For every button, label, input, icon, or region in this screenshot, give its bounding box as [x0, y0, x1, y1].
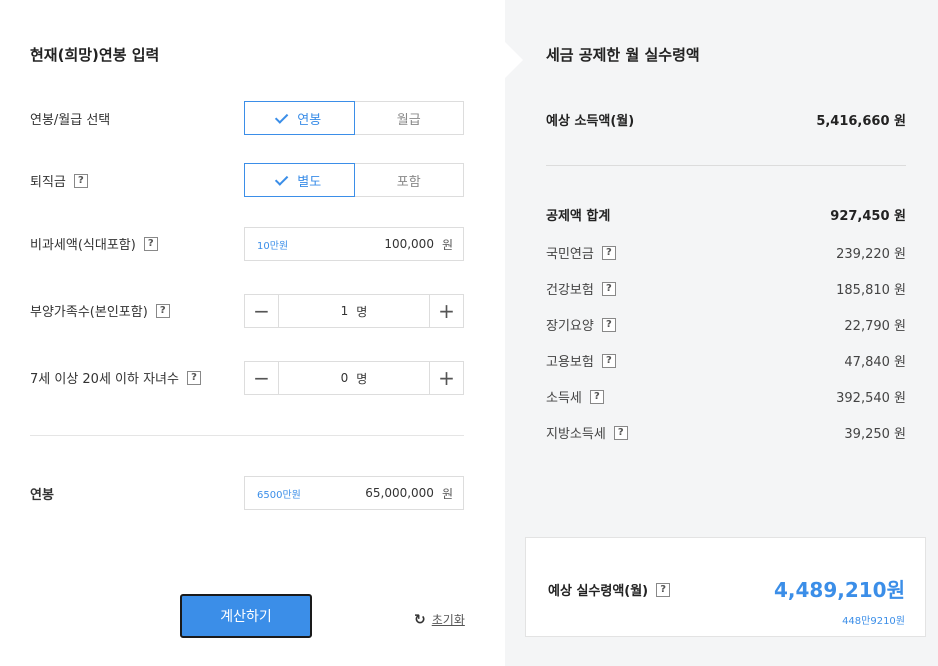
divider: [30, 435, 464, 436]
deduction-item-row: 국민연금? 239,220 원: [546, 243, 906, 262]
calculate-button[interactable]: 계산하기: [180, 594, 312, 638]
dependents-minus-button[interactable]: −: [245, 295, 279, 327]
salary-type-annual-label: 연봉: [297, 112, 322, 128]
severance-label-text: 퇴직금: [30, 175, 66, 190]
help-icon[interactable]: ?: [601, 317, 616, 332]
panel-pointer: [505, 42, 523, 78]
help-icon[interactable]: ?: [656, 582, 671, 597]
deduction-item-row: 지방소득세? 39,250 원: [546, 423, 906, 442]
refresh-icon: ↻: [414, 611, 426, 628]
expected-income-label: 예상 소득액(월): [546, 114, 635, 129]
input-panel-title: 현재(희망)연봉 입력: [30, 46, 160, 64]
deduction-item-label: 고용보험: [546, 355, 594, 370]
annual-salary-label-text: 연봉: [30, 488, 54, 503]
severance-toggle: 별도 포함: [244, 163, 464, 197]
severance-separate-label: 별도: [297, 174, 322, 190]
net-pay-label: 예상 실수령액(월) ?: [548, 580, 671, 599]
deduction-item-label: 지방소득세: [546, 427, 606, 442]
deduction-item-label: 건강보험: [546, 283, 594, 298]
deduction-total-label: 공제액 합계: [546, 209, 611, 224]
children-label: 7세 이상 20세 이하 자녀수 ?: [30, 368, 201, 387]
deduction-item-row: 장기요양? 22,790 원: [546, 315, 906, 334]
dependents-plus-button[interactable]: +: [429, 295, 463, 327]
help-icon[interactable]: ?: [186, 370, 201, 385]
nontaxable-value: 100,000: [384, 237, 434, 251]
deduction-item-label: 장기요양: [546, 319, 594, 334]
help-icon[interactable]: ?: [601, 245, 616, 260]
expected-income-row: 예상 소득액(월) 5,416,660 원: [546, 110, 906, 129]
help-icon[interactable]: ?: [155, 303, 170, 318]
nontaxable-label: 비과세액(식대포함) ?: [30, 234, 158, 253]
deduction-item-value: 239,220 원: [836, 247, 906, 262]
dependents-value: 1: [340, 304, 349, 318]
deduction-item-value: 392,540 원: [836, 391, 906, 406]
annual-salary-hint: 6500만원: [257, 489, 301, 501]
deduction-item-label: 국민연금: [546, 247, 594, 262]
nontaxable-hint: 10만원: [257, 240, 289, 252]
net-pay-label-text: 예상 실수령액(월): [548, 584, 649, 599]
dependents-display: 1 명: [279, 295, 429, 327]
severance-included-label: 포함: [396, 174, 421, 190]
salary-type-label: 연봉/월급 선택: [30, 109, 110, 128]
children-plus-button[interactable]: +: [429, 362, 463, 394]
salary-type-annual-button[interactable]: 연봉: [244, 101, 355, 135]
nontaxable-unit: 원: [441, 237, 453, 252]
deduction-item-value: 39,250 원: [844, 427, 906, 442]
dependents-unit: 명: [356, 304, 368, 319]
deduction-item-value: 47,840 원: [844, 355, 906, 370]
net-pay-value: 4,489,210원: [773, 578, 905, 602]
children-label-text: 7세 이상 20세 이하 자녀수: [30, 372, 179, 387]
deduction-item-value: 22,790 원: [844, 319, 906, 334]
result-panel-title: 세금 공제한 월 실수령액: [546, 46, 700, 64]
help-icon[interactable]: ?: [143, 236, 158, 251]
annual-salary-label: 연봉: [30, 484, 54, 503]
reset-button[interactable]: ↻ 초기화: [414, 611, 465, 628]
annual-salary-input[interactable]: 6500만원 65,000,000 원: [244, 476, 464, 510]
children-unit: 명: [356, 371, 368, 386]
net-pay-box: 예상 실수령액(월) ? 4,489,210원 448만9210원: [525, 537, 926, 637]
reset-label: 초기화: [431, 613, 465, 627]
net-pay-korean-amount: 448만9210원: [842, 616, 905, 627]
severance-included-button[interactable]: 포함: [354, 163, 464, 197]
deduction-total-row: 공제액 합계 927,450 원: [546, 205, 906, 224]
deduction-item-value: 185,810 원: [836, 283, 906, 298]
children-value: 0: [340, 371, 349, 385]
help-icon[interactable]: ?: [589, 389, 604, 404]
deduction-item-row: 소득세? 392,540 원: [546, 387, 906, 406]
help-icon[interactable]: ?: [613, 425, 628, 440]
dependents-stepper: − 1 명 +: [244, 294, 464, 328]
dependents-label-text: 부양가족수(본인포함): [30, 305, 148, 320]
salary-type-label-text: 연봉/월급 선택: [30, 113, 111, 128]
nontaxable-label-text: 비과세액(식대포함): [30, 238, 136, 253]
salary-type-monthly-label: 월급: [396, 112, 421, 128]
divider: [546, 165, 906, 166]
children-minus-button[interactable]: −: [245, 362, 279, 394]
annual-salary-value: 65,000,000: [365, 486, 434, 500]
help-icon[interactable]: ?: [601, 281, 616, 296]
severance-separate-button[interactable]: 별도: [244, 163, 355, 197]
children-display: 0 명: [279, 362, 429, 394]
deduction-item-label: 소득세: [546, 391, 582, 406]
input-panel: 현재(희망)연봉 입력 연봉/월급 선택 연봉 월급 퇴직금 ? 별도 포함 비…: [0, 0, 505, 666]
annual-salary-unit: 원: [441, 486, 453, 501]
salary-type-toggle: 연봉 월급: [244, 101, 464, 135]
dependents-label: 부양가족수(본인포함) ?: [30, 301, 170, 320]
check-icon: [275, 171, 289, 186]
deduction-item-row: 고용보험? 47,840 원: [546, 351, 906, 370]
help-icon[interactable]: ?: [601, 353, 616, 368]
salary-type-monthly-button[interactable]: 월급: [354, 101, 464, 135]
check-icon: [275, 109, 289, 124]
severance-label: 퇴직금 ?: [30, 171, 88, 190]
deduction-total-value: 927,450 원: [830, 209, 906, 224]
help-icon[interactable]: ?: [73, 173, 88, 188]
nontaxable-input[interactable]: 10만원 100,000 원: [244, 227, 464, 261]
children-stepper: − 0 명 +: [244, 361, 464, 395]
deduction-item-row: 건강보험? 185,810 원: [546, 279, 906, 298]
expected-income-value: 5,416,660 원: [816, 114, 906, 129]
